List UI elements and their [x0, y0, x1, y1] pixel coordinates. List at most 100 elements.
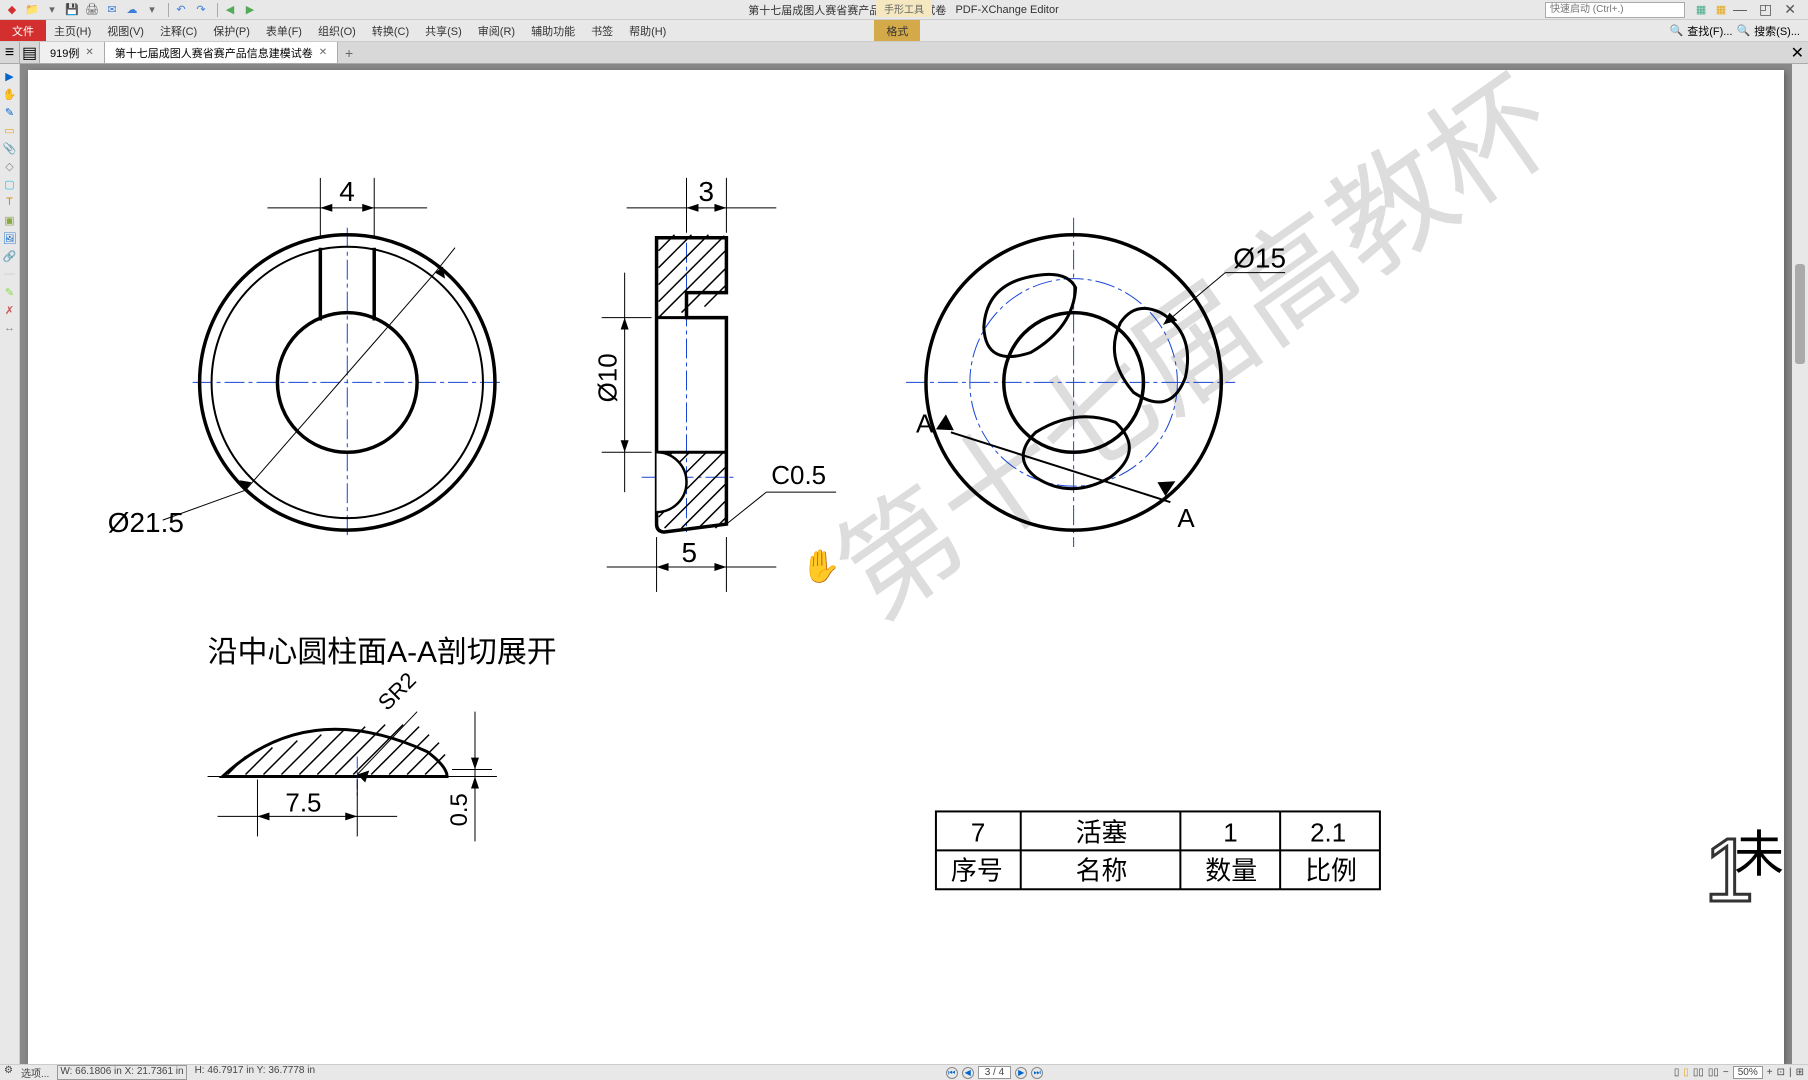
menu-accessibility[interactable]: 辅助功能	[523, 20, 583, 41]
menu-convert[interactable]: 转换(C)	[364, 20, 417, 41]
tool-sep: —	[2, 266, 18, 282]
svg-text:沿中心圆柱面A-A剖切展开: 沿中心圆柱面A-A剖切展开	[208, 636, 557, 669]
app-icon: ◆	[4, 2, 20, 18]
tool-text[interactable]: T	[2, 194, 18, 210]
tab-2-label: 第十七届成图人赛省赛产品信息建模试卷	[115, 45, 313, 61]
tab-1-close[interactable]: ✕	[85, 47, 93, 58]
minimize-button[interactable]: —	[1733, 1, 1747, 18]
unrolled-section: 沿中心圆柱面A-A剖切展开	[208, 636, 557, 842]
svg-text:Ø21.5: Ø21.5	[108, 507, 184, 538]
menu-home[interactable]: 主页(H)	[46, 20, 99, 41]
zoom-level[interactable]: 50%	[1733, 1066, 1763, 1079]
tool-edit[interactable]: ✎	[2, 104, 18, 120]
nav-last[interactable]: ⏭	[1031, 1067, 1043, 1079]
menu-bookmarks[interactable]: 书签	[583, 20, 621, 41]
layout-cont-icon[interactable]: ▯	[1683, 1067, 1689, 1078]
status-gear-icon[interactable]: ⚙	[4, 1065, 13, 1080]
tab-close-all[interactable]: ✕	[1791, 43, 1808, 63]
close-button[interactable]: ✕	[1784, 1, 1796, 18]
print-icon[interactable]: 🖨	[84, 2, 100, 18]
status-bar: ⚙ 选项... W: 66.1806 in X: 21.7361 in H: 4…	[0, 1064, 1808, 1080]
menu-share[interactable]: 共享(S)	[417, 20, 470, 41]
email-icon[interactable]: ✉	[104, 2, 120, 18]
menu-comment[interactable]: 注释(C)	[152, 20, 205, 41]
scroll-thumb[interactable]	[1795, 264, 1805, 364]
menu-protect[interactable]: 保护(P)	[205, 20, 258, 41]
file-menu[interactable]: 文件	[0, 20, 46, 41]
tool-hand[interactable]: ✋	[2, 86, 18, 102]
format-tab[interactable]: 格式	[874, 20, 920, 41]
tool-pointer[interactable]: ▶	[2, 68, 18, 84]
back-icon[interactable]: ◀	[222, 2, 238, 18]
svg-text:A: A	[916, 410, 934, 438]
tool-highlight[interactable]: ✎	[2, 284, 18, 300]
svg-text:名称: 名称	[1076, 856, 1128, 885]
tool-link[interactable]: 🔗	[2, 248, 18, 264]
svg-text:0.5: 0.5	[446, 793, 473, 826]
tab-1[interactable]: 919例 ✕	[40, 42, 105, 63]
tool-box[interactable]: ▢	[2, 176, 18, 192]
vertical-scrollbar[interactable]	[1792, 64, 1808, 1064]
quick-launch-input[interactable]	[1545, 2, 1685, 18]
zoom-out[interactable]: −	[1723, 1067, 1729, 1078]
folder-icon[interactable]: 📁	[24, 2, 40, 18]
tab-2-close[interactable]: ✕	[319, 47, 327, 58]
svg-text:2.1: 2.1	[1310, 819, 1346, 847]
menu-organize[interactable]: 组织(O)	[310, 20, 364, 41]
redo-icon[interactable]: ↷	[193, 2, 209, 18]
find-icon[interactable]: 🔍	[1670, 24, 1684, 37]
undo-icon[interactable]: ↶	[173, 2, 189, 18]
partial-char: 未	[1734, 826, 1784, 882]
tool-image[interactable]: 🖼	[2, 230, 18, 246]
maximize-button[interactable]: ◰	[1759, 1, 1772, 18]
nav-prev[interactable]: ◀	[962, 1067, 974, 1079]
menu-view[interactable]: 视图(V)	[99, 20, 152, 41]
cloud-icon[interactable]: ☁	[124, 2, 140, 18]
tab-2[interactable]: 第十七届成图人赛省赛产品信息建模试卷 ✕	[105, 42, 338, 63]
search-icon[interactable]: 🔍	[1736, 24, 1750, 37]
svg-text:SR2: SR2	[373, 667, 421, 715]
drawing-svg: 第十七届高教杯	[28, 70, 1784, 1064]
nav-first[interactable]: ⏮	[946, 1067, 958, 1079]
tool-note[interactable]: ▭	[2, 122, 18, 138]
document-viewer[interactable]: 第十七届高教杯	[20, 64, 1792, 1064]
layout-facing-cont-icon[interactable]: ▯▯	[1708, 1067, 1719, 1078]
app-name: PDF-XChange Editor	[955, 4, 1058, 16]
svg-text:序号: 序号	[951, 856, 1003, 885]
search-button[interactable]: 搜索(S)...	[1754, 23, 1800, 39]
hand-cursor-icon: ✋	[801, 548, 841, 584]
save-icon[interactable]: 💾	[64, 2, 80, 18]
zoom-fit[interactable]: ⊡	[1777, 1067, 1785, 1078]
page-indicator[interactable]: 3 / 4	[978, 1066, 1011, 1079]
tool-stamp[interactable]: ▣	[2, 212, 18, 228]
tab-add-button[interactable]: +	[338, 42, 360, 63]
zoom-in[interactable]: +	[1767, 1067, 1773, 1078]
nav-next[interactable]: ▶	[1015, 1067, 1027, 1079]
tool-attach[interactable]: 📎	[2, 140, 18, 156]
zoom-actual[interactable]: ⊞	[1796, 1067, 1804, 1078]
menu-help[interactable]: 帮助(H)	[621, 20, 674, 41]
menu-review[interactable]: 审阅(R)	[470, 20, 523, 41]
svg-text:A: A	[1177, 505, 1195, 533]
main-layout: ▶ ✋ ✎ ▭ 📎 ◇ ▢ T ▣ 🖼 🔗 — ✎ ✗ ↔ 第十七届高教杯	[0, 64, 1808, 1064]
svg-text:活塞: 活塞	[1076, 818, 1128, 847]
forward-icon[interactable]: ▶	[242, 2, 258, 18]
menu-form[interactable]: 表单(F)	[258, 20, 310, 41]
svg-text:7: 7	[971, 819, 985, 847]
find-button[interactable]: 查找(F)...	[1687, 23, 1732, 39]
tab-menu-icon[interactable]: ≡	[0, 42, 20, 63]
dropdown2-icon[interactable]: ▾	[144, 2, 160, 18]
tool-shape[interactable]: ◇	[2, 158, 18, 174]
tool-erase[interactable]: ✗	[2, 302, 18, 318]
theme-icon[interactable]: ▦	[1713, 2, 1729, 18]
status-options[interactable]: 选项...	[21, 1065, 49, 1080]
layout-facing-icon[interactable]: ▯▯	[1693, 1067, 1704, 1078]
tab-list-icon[interactable]: ▤	[20, 42, 40, 63]
dropdown-icon[interactable]: ▾	[44, 2, 60, 18]
front-view: 4 Ø21.5	[108, 176, 502, 538]
ui-mode-icon[interactable]: ▦	[1693, 2, 1709, 18]
tool-measure[interactable]: ↔	[2, 320, 18, 336]
layout-single-icon[interactable]: ▯	[1674, 1067, 1680, 1078]
svg-text:Ø10: Ø10	[595, 353, 623, 402]
svg-text:C0.5: C0.5	[771, 462, 826, 490]
